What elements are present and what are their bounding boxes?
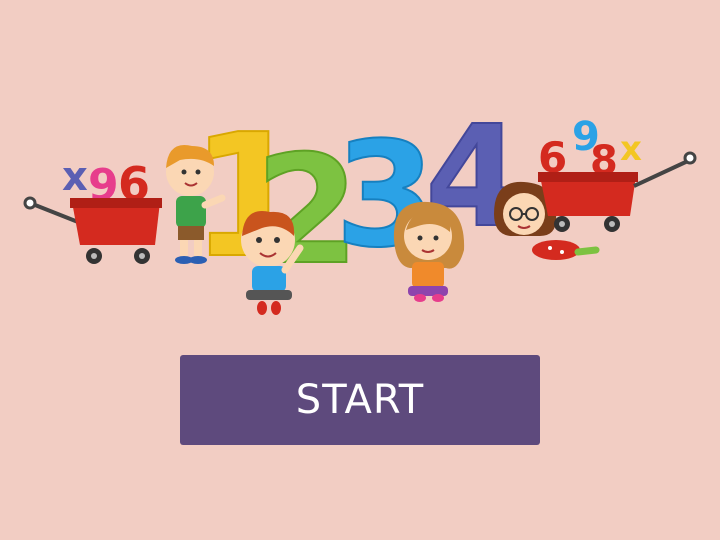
start-button[interactable]: START bbox=[180, 355, 540, 445]
left-wagon-number: x bbox=[62, 154, 88, 200]
numbers-kids-illustration: x 9 6 1 2 3 4 9 6 8 x bbox=[23, 95, 697, 315]
right-wagon-number: x bbox=[620, 129, 642, 169]
right-wagon: 9 6 8 x bbox=[538, 114, 697, 232]
left-wagon: x 9 6 bbox=[23, 154, 162, 264]
girl-character bbox=[393, 201, 465, 302]
